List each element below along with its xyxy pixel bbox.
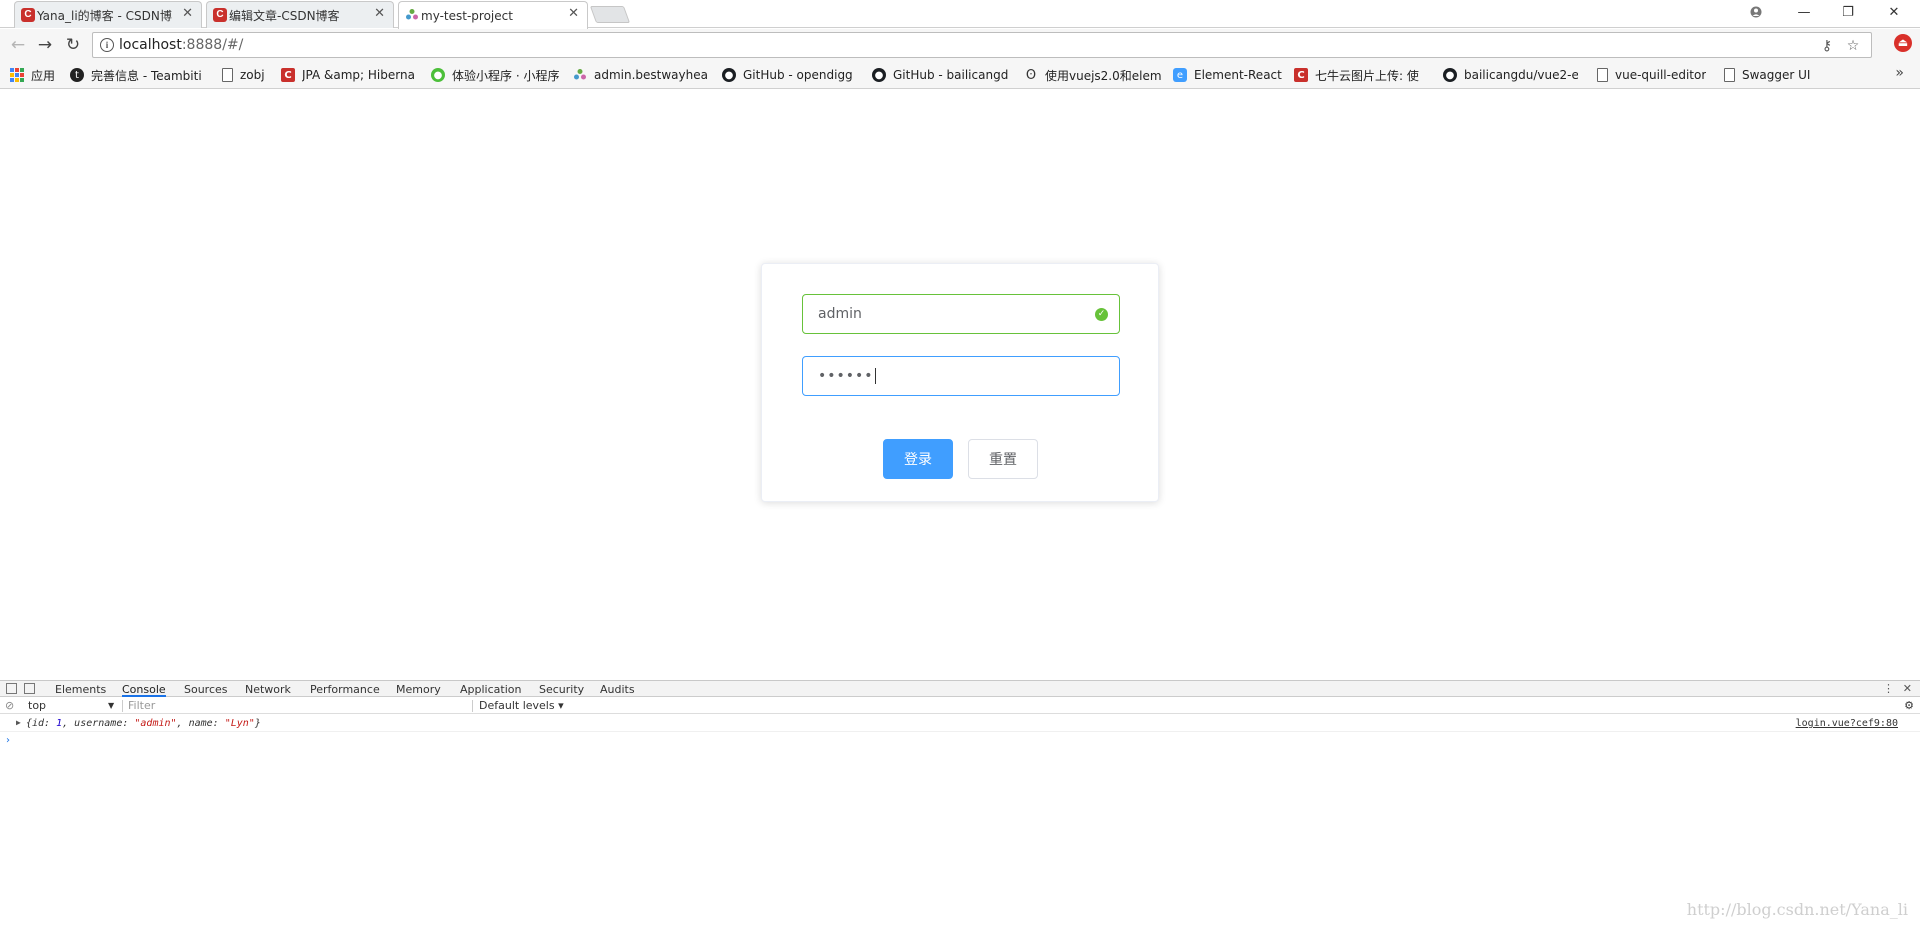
devtools-menu-icon[interactable]: ⋮ (1883, 682, 1894, 695)
teambition-icon: t (70, 68, 84, 82)
address-bar[interactable]: i localhost:8888/#/ ⚷ ☆ (92, 32, 1872, 58)
new-tab-button[interactable] (589, 6, 631, 23)
address-path: :8888/#/ (181, 37, 244, 53)
tab-strip: C Yana_li的博客 - CSDN博 ✕ C 编辑文章-CSDN博客 ✕ m… (0, 0, 1920, 29)
devtools-tab-sources[interactable]: Sources (184, 683, 228, 696)
tab-title: Yana_li的博客 - CSDN博 (37, 8, 172, 23)
bookmark-item[interactable]: ʘ 使用vuejs2.0和elem (1024, 66, 1162, 84)
restore-icon[interactable]: ❐ (1828, 0, 1868, 24)
login-button[interactable]: 登录 (883, 439, 953, 479)
divider (122, 700, 123, 712)
element-icon: e (1173, 68, 1187, 82)
info-icon[interactable]: i (100, 38, 114, 52)
bookmark-item[interactable]: zobj (222, 66, 272, 84)
csdn-icon: C (21, 8, 35, 22)
text-caret (874, 368, 876, 384)
page-icon (222, 68, 233, 82)
browser-tab[interactable]: C Yana_li的博客 - CSDN博 ✕ (14, 1, 202, 28)
context-selector[interactable]: top (28, 699, 46, 712)
watermark: http://blog.csdn.net/Yana_li (1686, 900, 1908, 919)
csdn-icon: C (281, 68, 295, 82)
github-icon: ● (722, 68, 736, 82)
log-object: {id: 1, username: "admin", name: "Lyn"} (26, 718, 261, 729)
csdn-icon: C (213, 8, 227, 22)
console-filter-input[interactable]: Filter (128, 699, 155, 712)
devtools-close-icon[interactable]: ✕ (1903, 682, 1912, 695)
reset-button[interactable]: 重置 (968, 439, 1038, 479)
bookmark-item[interactable]: t 完善信息 - Teambiti (70, 66, 206, 84)
console-settings-icon[interactable]: ⚙ (1904, 699, 1914, 712)
clear-console-icon[interactable]: ⊘ (5, 699, 14, 712)
github-icon: ● (872, 68, 886, 82)
wave-icon: ʘ (1025, 67, 1037, 83)
browser-tab[interactable]: C 编辑文章-CSDN博客 ✕ (206, 1, 394, 28)
csdn-icon: C (1294, 68, 1308, 82)
bookmark-item[interactable]: ● 体验小程序 · 小程序 (431, 66, 563, 84)
devtools-tab-elements[interactable]: Elements (55, 683, 106, 696)
console-log-row[interactable]: ▶ {id: 1, username: "admin", name: "Lyn"… (0, 716, 1920, 732)
devtools-tab-performance[interactable]: Performance (310, 683, 380, 696)
key-icon[interactable]: ⚷ (1817, 36, 1837, 56)
browser-tab-active[interactable]: my-test-project ✕ (398, 1, 588, 29)
forward-icon[interactable]: → (33, 33, 57, 57)
back-icon[interactable]: ← (6, 33, 30, 57)
devtools-panel: Elements Console Sources Network Perform… (0, 680, 1920, 931)
extension-icon[interactable]: ⏏ (1894, 34, 1912, 52)
address-host: localhost (119, 37, 182, 53)
devtools-tab-security[interactable]: Security (539, 683, 584, 696)
log-levels-dropdown[interactable]: Default levels ▾ (479, 699, 564, 712)
username-input[interactable]: admin ✓ (802, 294, 1120, 334)
divider (472, 700, 473, 712)
github-icon: ● (1443, 68, 1457, 82)
password-input[interactable]: •••••• (802, 356, 1120, 396)
vue-icon (405, 8, 419, 22)
bookmark-item[interactable]: ● GitHub - bailicangd (872, 66, 1010, 84)
bookmark-item[interactable]: C 七牛云图片上传: 使 (1294, 66, 1430, 84)
bookmarks-bar: 应用 t 完善信息 - Teambiti zobj C JPA &amp; Hi… (0, 61, 1920, 89)
devtools-tab-console[interactable]: Console (122, 683, 166, 697)
devtools-tab-network[interactable]: Network (245, 683, 291, 696)
login-card: admin ✓ •••••• 登录 重置 (761, 263, 1159, 502)
username-value: admin (818, 306, 862, 322)
devtools-tab-memory[interactable]: Memory (396, 683, 441, 696)
device-toolbar-icon[interactable] (24, 683, 35, 694)
password-value: •••••• (818, 368, 874, 384)
bookmark-item[interactable]: Swagger UI (1724, 66, 1814, 84)
bookmarks-overflow-icon[interactable]: » (1895, 65, 1904, 81)
star-icon[interactable]: ☆ (1843, 36, 1863, 56)
bookmark-item[interactable]: C JPA &amp; Hiberna (281, 66, 419, 84)
close-icon[interactable]: ✕ (568, 7, 579, 21)
apps-icon (10, 68, 24, 82)
close-icon[interactable]: ✕ (374, 7, 385, 21)
devtools-tabbar: Elements Console Sources Network Perform… (0, 681, 1920, 697)
profile-icon[interactable] (1736, 0, 1776, 24)
inspect-icon[interactable] (6, 683, 17, 694)
vue-icon (573, 68, 587, 82)
console-prompt-icon[interactable]: › (6, 735, 10, 746)
log-source-link[interactable]: login.vue?cef9:80 (1796, 718, 1898, 729)
browser-toolbar: ← → ↻ i localhost:8888/#/ ⚷ ☆ ⏏ (0, 29, 1920, 61)
window-close-icon[interactable]: ✕ (1874, 0, 1914, 24)
bookmark-item[interactable]: admin.bestwayheal (573, 66, 709, 84)
page-icon (1724, 68, 1735, 82)
close-icon[interactable]: ✕ (182, 7, 193, 21)
context-dropdown-icon[interactable]: ▼ (108, 701, 114, 710)
bookmark-apps[interactable]: 应用 (10, 66, 60, 84)
bookmark-item[interactable]: ● GitHub - opendigg (722, 66, 862, 84)
bookmark-item[interactable]: vue-quill-editor (1597, 66, 1709, 84)
check-circle-icon: ✓ (1095, 308, 1108, 321)
devtools-tab-audits[interactable]: Audits (600, 683, 635, 696)
tab-title: 编辑文章-CSDN博客 (229, 8, 340, 23)
page-icon (1597, 68, 1608, 82)
console-filter-bar: ⊘ top ▼ Filter Default levels ▾ ⚙ (0, 698, 1920, 714)
expand-triangle-icon[interactable]: ▶ (16, 718, 21, 727)
page-viewport: admin ✓ •••••• 登录 重置 (0, 90, 1920, 680)
bookmark-item[interactable]: ● bailicangdu/vue2-e (1443, 66, 1578, 84)
bookmark-item[interactable]: e Element-React (1173, 66, 1285, 84)
devtools-tab-application[interactable]: Application (460, 683, 521, 696)
minimize-icon[interactable]: — (1784, 0, 1824, 24)
wechat-icon: ● (431, 68, 445, 82)
tab-title: my-test-project (421, 8, 513, 23)
reload-icon[interactable]: ↻ (61, 33, 85, 57)
